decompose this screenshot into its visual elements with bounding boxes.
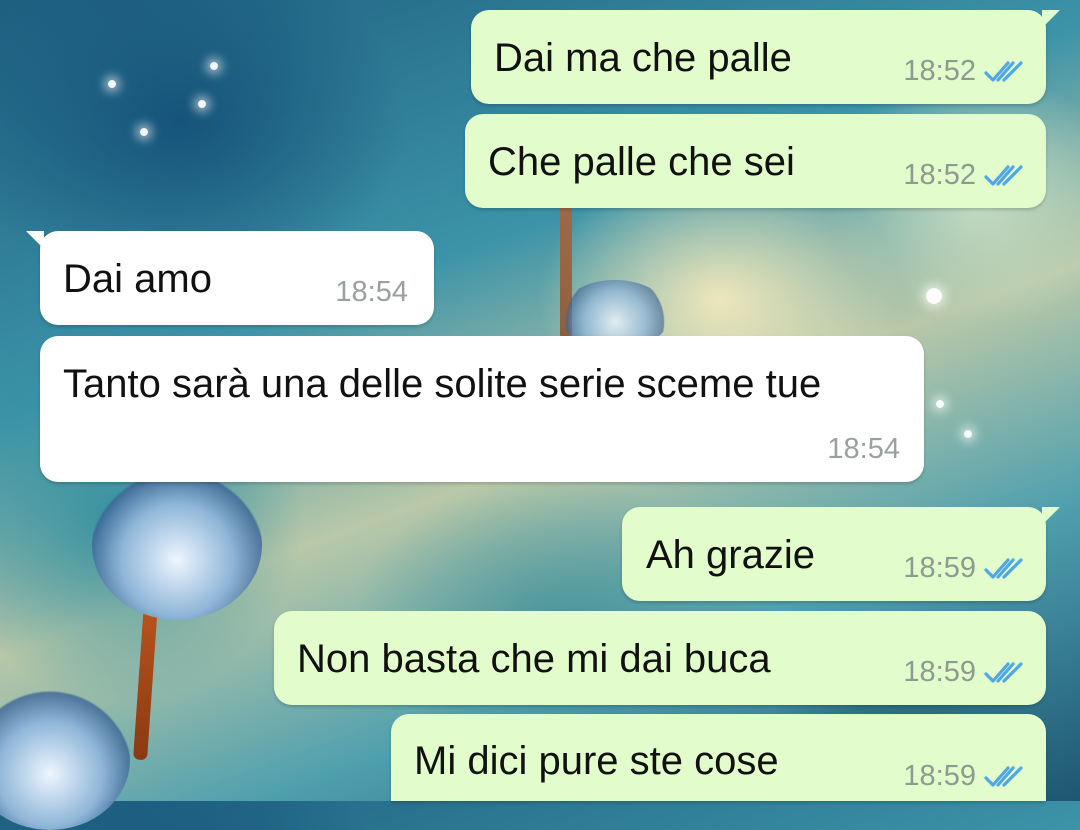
message-meta: 18:59	[903, 658, 1026, 687]
message-time: 18:54	[335, 276, 408, 308]
message-text: Non basta che mi dai buca	[297, 637, 771, 681]
message-bubble-incoming[interactable]: Tanto sarà una delle solite serie sceme …	[40, 336, 924, 482]
message-bubble-outgoing[interactable]: Che palle che sei 18:52	[465, 114, 1046, 208]
message-meta: 18:54	[335, 278, 408, 307]
double-check-read-icon	[984, 557, 1023, 579]
message-meta: 18:59	[903, 554, 1026, 583]
message-bubble-outgoing[interactable]: Non basta che mi dai buca 18:59	[274, 611, 1046, 705]
message-bubble-incoming[interactable]: Dai amo 18:54	[26, 231, 434, 325]
message-time: 18:52	[903, 55, 976, 87]
double-check-read-icon	[984, 661, 1023, 683]
message-text: Dai amo	[63, 257, 212, 301]
message-time: 18:59	[903, 656, 976, 688]
message-text: Tanto sarà una delle solite serie sceme …	[63, 362, 822, 406]
message-meta: 18:59	[903, 762, 1026, 791]
message-text: Dai ma che palle	[494, 36, 792, 80]
message-text: Ah grazie	[646, 533, 815, 577]
message-time: 18:59	[903, 760, 976, 792]
bubble-tail	[1042, 10, 1060, 28]
message-text: Mi dici pure ste cose	[414, 739, 779, 783]
message-bubble-outgoing[interactable]: Mi dici pure ste cose 18:59	[391, 714, 1046, 801]
message-bubble-outgoing[interactable]: Dai ma che palle 18:52	[471, 10, 1060, 104]
message-time: 18:52	[903, 159, 976, 191]
message-text: Che palle che sei	[488, 140, 795, 184]
message-meta: 18:54	[827, 435, 900, 464]
message-time: 18:59	[903, 552, 976, 584]
message-meta: 18:52	[903, 161, 1026, 190]
bubble-tail	[1042, 507, 1060, 525]
double-check-read-icon	[984, 765, 1023, 787]
message-time: 18:54	[827, 433, 900, 465]
double-check-read-icon	[984, 60, 1023, 82]
message-bubble-outgoing[interactable]: Ah grazie 18:59	[622, 507, 1060, 601]
bubble-tail	[26, 231, 44, 249]
double-check-read-icon	[984, 164, 1023, 186]
message-meta: 18:52	[903, 57, 1026, 86]
